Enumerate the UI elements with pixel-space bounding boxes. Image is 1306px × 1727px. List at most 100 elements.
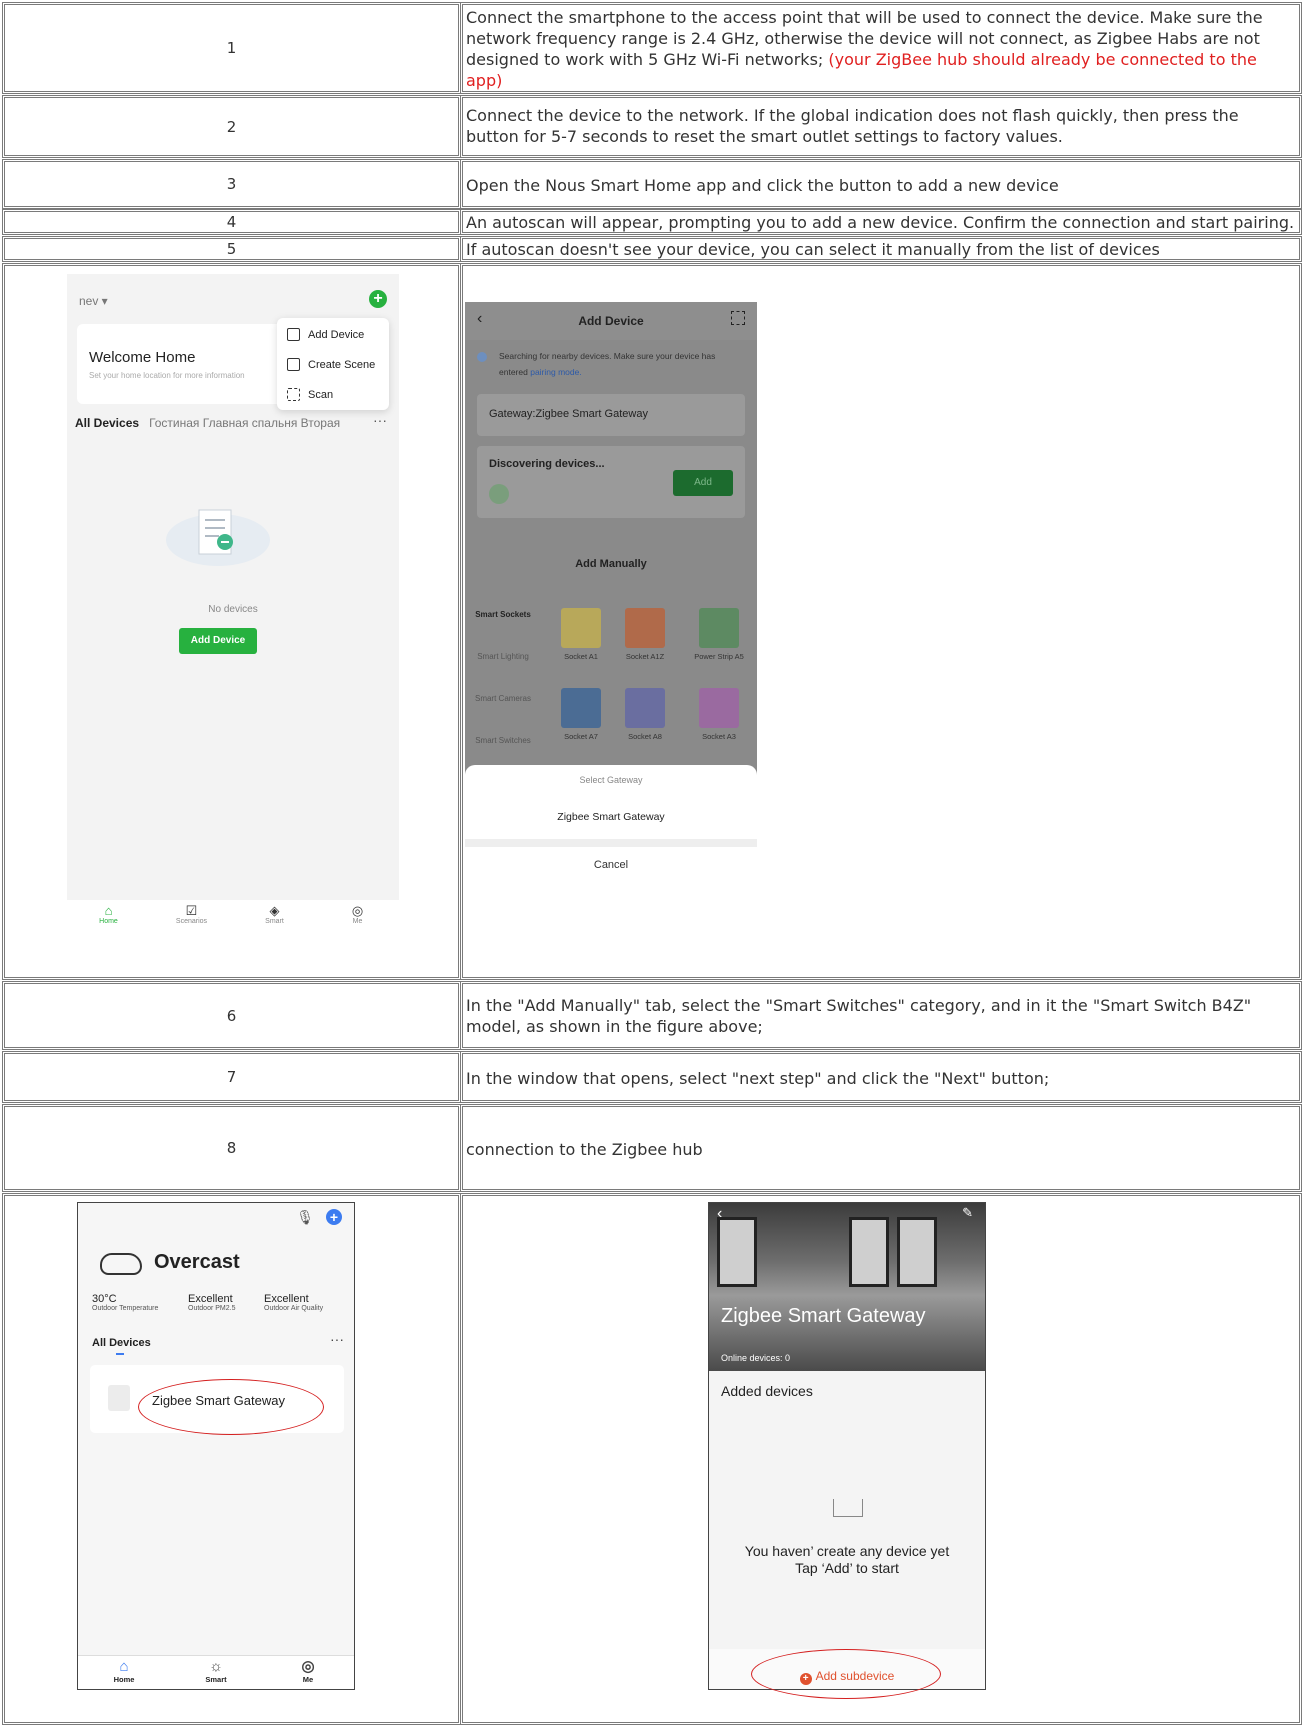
scan-icon[interactable] [731,311,745,325]
weather-stat: Excellent Outdoor Air Quality [264,1293,323,1312]
tab-label: Home [113,1675,135,1684]
window-shape [717,1217,757,1287]
step-number: 7 [2,1051,461,1103]
product-image [625,688,665,728]
tab-scenarios[interactable]: ☑ Scenarios [150,900,233,936]
stat-value: 30°C [92,1293,117,1305]
weather-condition: Overcast [154,1251,240,1273]
empty-state-line: You haven’ create any device yet [744,1543,950,1559]
screenshot-row-1: nev ▾ + Welcome Home Set your home locat… [2,263,1302,980]
step-row-7: 7 In the window that opens, select "next… [2,1051,1302,1103]
add-menu-popup: Add Device Create Scene Scan [277,318,389,410]
back-icon[interactable]: ‹ [717,1205,722,1223]
microphone-icon[interactable]: 🎙 [296,1209,314,1226]
step-row-2: 2 Connect the device to the network. If … [2,95,1302,158]
tab-me[interactable]: ◎ Me [316,900,399,936]
menu-scan[interactable]: Scan [287,388,333,401]
product-image [561,608,601,648]
product-item[interactable]: Socket A1Z [613,608,677,661]
category-item[interactable]: Smart Cameras [469,694,537,736]
screenshot-cell-home: nev ▾ + Welcome Home Set your home locat… [2,263,461,980]
category-item[interactable]: Smart Lighting [469,652,537,694]
product-item[interactable]: Power Strip A5 [687,608,751,661]
add-plus-icon[interactable]: + [326,1209,342,1225]
product-item[interactable]: Socket A8 [613,688,677,741]
home-selector[interactable]: nev ▾ [79,294,108,308]
scan-icon [287,388,300,401]
screenshot-row-2: 🎙 + Overcast 30°C Outdoor Temperature Ex… [2,1193,1302,1725]
add-plus-icon[interactable]: + [369,290,387,308]
add-device-button[interactable]: Add Device [179,628,257,654]
product-item[interactable]: Socket A3 [687,688,751,741]
highlight-oval [138,1379,324,1435]
step-number: 4 [2,209,461,235]
tab-smart[interactable]: ☼ Smart [170,1656,262,1689]
welcome-subtitle: Set your home location for more informat… [89,371,245,380]
tab-all-devices[interactable]: All Devices [92,1337,151,1349]
tab-rooms[interactable]: Гостиная Главная спальня Вторая [149,416,340,430]
more-icon[interactable]: ··· [373,412,387,428]
edit-icon[interactable]: ✎ [962,1205,973,1221]
tab-home[interactable]: ⌂ Home [67,900,150,936]
product-label: Socket A1 [564,652,598,661]
home-screen-screenshot: nev ▾ + Welcome Home Set your home locat… [67,274,399,936]
step-row-3: 3 Open the Nous Smart Home app and click… [2,159,1302,209]
cancel-button[interactable]: Cancel [465,859,757,871]
empty-tray-icon [833,1499,863,1517]
step-row-8: 8 connection to the Zigbee hub [2,1104,1302,1192]
menu-item-label: Create Scene [308,358,376,371]
profile-icon: ◎ [301,1658,315,1675]
step-text: In the "Add Manually" tab, select the "S… [460,981,1302,1050]
bulb-icon [489,484,509,504]
menu-item-label: Scan [308,388,334,401]
gateway-card[interactable]: Gateway:Zigbee Smart Gateway [477,394,745,436]
tab-me[interactable]: ◎ Me [262,1656,354,1689]
discovering-text: Discovering devices... [489,458,605,470]
product-item[interactable]: Socket A7 [549,688,613,741]
step-number: 3 [2,159,461,209]
create-scene-icon [287,358,300,371]
tab-home[interactable]: ⌂ Home [78,1656,170,1689]
product-image [561,688,601,728]
tab-all-devices[interactable]: All Devices [75,416,139,430]
home-icon: ⌂ [119,1658,129,1675]
menu-create-scene[interactable]: Create Scene [287,358,375,371]
home-icon: ⌂ [104,903,113,918]
sun-icon: ☼ [209,1658,223,1675]
step-row-1: 1 Connect the smartphone to the access p… [2,2,1302,94]
info-icon [477,352,487,362]
step-row-6: 6 In the "Add Manually" tab, select the … [2,981,1302,1050]
more-icon[interactable]: ··· [330,1331,344,1347]
step-text: If autoscan doesn't see your device, you… [460,236,1302,262]
menu-add-device[interactable]: Add Device [287,328,364,341]
no-devices-text: No devices [208,604,258,615]
weather-stat: Excellent Outdoor PM2.5 [188,1293,235,1312]
discovering-card: Discovering devices... Add [477,446,745,518]
tab-label: Smart [205,1675,227,1684]
step-row-4: 4 An autoscan will appear, prompting you… [2,209,1302,235]
category-item[interactable]: Smart Sockets [469,610,537,652]
search-hint: Searching for nearby devices. Make sure … [477,348,739,380]
stat-value: Excellent [188,1293,233,1305]
step-number: 2 [2,95,461,158]
step-text: connection to the Zigbee hub [460,1104,1302,1192]
tab-label: Me [302,1675,314,1684]
stat-label: Outdoor PM2.5 [188,1305,236,1312]
product-item[interactable]: Socket A1 [549,608,613,661]
tab-label: Smart [265,918,284,925]
tab-smart[interactable]: ◈ Smart [233,900,316,936]
room-photo [709,1203,985,1371]
welcome-title: Welcome Home [89,349,196,366]
sheet-title: Select Gateway [579,775,643,785]
divider [465,839,757,847]
step-number: 1 [2,2,461,94]
product-label: Socket A8 [628,732,662,741]
gateway-option[interactable]: Zigbee Smart Gateway [465,811,757,823]
window-shape [849,1217,889,1287]
empty-state-line: Tap ‘Add’ to start [795,1560,899,1576]
step-row-5: 5 If autoscan doesn't see your device, y… [2,236,1302,262]
add-button[interactable]: Add [673,470,733,496]
empty-list-illustration [166,509,270,566]
bottom-tab-bar: ⌂ Home ☑ Scenarios ◈ Smart ◎ Me [67,900,399,936]
pairing-mode-link[interactable]: pairing mode. [530,367,582,377]
